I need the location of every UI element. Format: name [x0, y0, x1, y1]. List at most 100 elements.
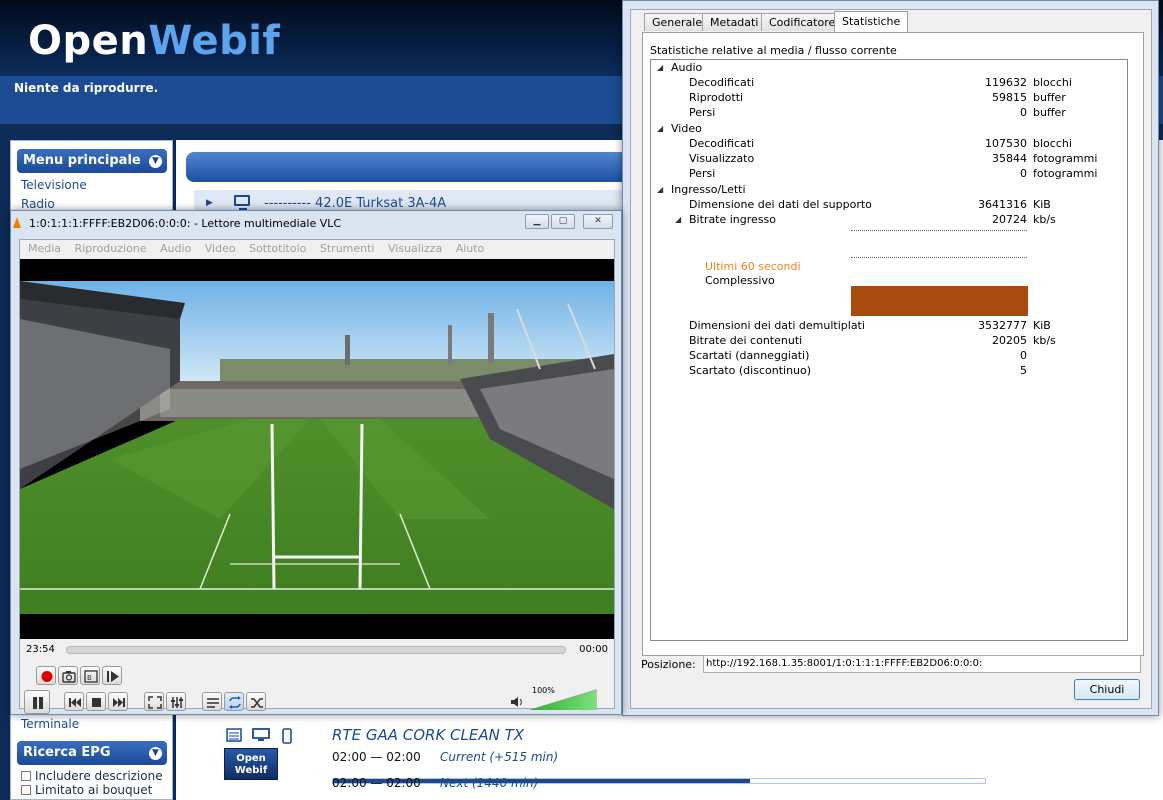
limit-bouquet-checkbox[interactable]: Limitato ai bouquet: [21, 783, 152, 797]
tab-general[interactable]: Generale: [644, 13, 711, 31]
checkbox-box[interactable]: [21, 771, 31, 781]
loop-ab-button[interactable]: B: [80, 666, 100, 685]
collapse-triangle-icon[interactable]: ◢: [657, 124, 663, 133]
bitrate-graph-bar: [851, 286, 1028, 316]
sidebar-item-television[interactable]: Televisione: [21, 178, 87, 192]
pause-button[interactable]: [24, 690, 50, 714]
window-close-button[interactable]: ✕: [583, 214, 613, 229]
logo-text-open: Open: [28, 18, 149, 64]
pause-icon: [33, 697, 43, 709]
video-area[interactable]: [20, 259, 614, 639]
tree-node-input[interactable]: ◢ Ingresso/Letti: [651, 183, 1127, 198]
maximize-button[interactable]: ▢: [551, 214, 575, 229]
row-label: Bitrate dei contenuti: [689, 334, 803, 347]
svg-text:B: B: [87, 674, 92, 682]
stadium-video-frame: [20, 259, 614, 639]
volume-slider[interactable]: [530, 688, 598, 710]
epg-list-icon[interactable]: [226, 728, 242, 742]
camera-icon: [62, 671, 76, 683]
position-field[interactable]: http://192.168.1.35:8001/1:0:1:1:1:FFFF:…: [703, 655, 1141, 673]
stop-button[interactable]: [86, 692, 106, 711]
minimize-button[interactable]: ▁: [525, 214, 549, 229]
previous-button[interactable]: [64, 692, 84, 711]
extended-settings-button[interactable]: [166, 692, 186, 711]
elapsed-time: 23:54: [26, 644, 55, 655]
vlc-client-area: Media Riproduzione Audio Video Sottotito…: [19, 239, 615, 714]
shuffle-button[interactable]: [246, 692, 266, 711]
chevron-down-icon[interactable]: ▼: [149, 155, 162, 168]
menu-view[interactable]: Visualizza: [388, 242, 442, 255]
tree-node-bitrate[interactable]: ◢ Bitrate ingresso 20724 kb/s: [651, 213, 1127, 228]
event-progress-bar: [332, 778, 986, 784]
tab-statistics[interactable]: Statistiche: [834, 11, 909, 32]
row-value: 20205: [992, 334, 1027, 347]
collapse-triangle-icon[interactable]: ◢: [675, 215, 681, 224]
close-button[interactable]: Chiudi: [1074, 679, 1140, 700]
menu-help[interactable]: Aiuto: [456, 242, 485, 255]
now-playing-text: Niente da riprodurre.: [14, 81, 159, 95]
next-event-extra: (1440 min): [472, 776, 539, 790]
current-event[interactable]: Current (+515 min): [440, 750, 558, 764]
menu-media[interactable]: Media: [28, 242, 61, 255]
openwebif-logo[interactable]: OpenWebif: [28, 18, 280, 64]
row-value: 3641316: [978, 198, 1027, 211]
epg-search-header[interactable]: Ricerca EPG ▼: [17, 741, 167, 765]
next-event-label: Next: [440, 776, 469, 790]
checkbox-box[interactable]: [21, 785, 31, 795]
menu-audio[interactable]: Audio: [160, 242, 191, 255]
include-description-checkbox[interactable]: Includere descrizione: [21, 769, 163, 783]
row-value: 20724: [992, 213, 1027, 226]
sidebar-item-terminal[interactable]: Terminale: [21, 717, 79, 731]
mobile-stream-icon[interactable]: [282, 728, 292, 744]
playlist-button[interactable]: [202, 692, 222, 711]
graph-mid-line: [851, 257, 1027, 258]
logo-text-webif: Webif: [148, 18, 281, 64]
snapshot-button[interactable]: [58, 666, 78, 685]
row-unit: KiB: [1033, 319, 1051, 332]
menu-video[interactable]: Video: [205, 242, 236, 255]
legend-overall: Complessivo: [705, 274, 775, 287]
tab-metadata[interactable]: Metadati: [702, 13, 767, 31]
channel-logo-line2: Webif: [234, 765, 268, 776]
next-button[interactable]: [108, 692, 128, 711]
statistics-tree[interactable]: ◢ Audio Decodificati 119632 blocchi Ripr…: [650, 59, 1128, 641]
chevron-down-icon[interactable]: ▼: [149, 747, 162, 760]
current-event-extra: (+515 min): [489, 750, 559, 764]
remaining-time[interactable]: 00:00: [579, 644, 608, 655]
tree-row: Scartato (discontinuo) 5: [651, 364, 1127, 379]
tree-row: Visualizzato 35844 fotogrammi: [651, 152, 1127, 167]
tv-stream-icon[interactable]: [252, 728, 270, 742]
tree-node-label: Audio: [671, 61, 703, 74]
row-unit: blocchi: [1033, 76, 1072, 89]
channel-logo: Open Webif: [224, 748, 278, 780]
tree-node-video[interactable]: ◢ Video: [651, 122, 1127, 137]
speaker-icon[interactable]: [510, 696, 524, 708]
satellite-name[interactable]: ---------- 42.0E Turksat 3A-4A: [264, 196, 446, 211]
next-event[interactable]: Next (1440 min): [440, 776, 538, 790]
vlc-window-title: 1:0:1:1:1:FFFF:EB2D06:0:0:0: - Lettore m…: [29, 217, 342, 230]
row-label: Scartato (discontinuo): [689, 364, 812, 377]
channel-name[interactable]: RTE GAA CORK CLEAN TX: [332, 726, 524, 744]
tab-codec[interactable]: Codificatore: [761, 13, 844, 31]
collapse-triangle-icon[interactable]: ◢: [657, 185, 663, 194]
skip-next-icon: [113, 698, 125, 707]
loop-button[interactable]: [224, 692, 244, 711]
frame-step-icon: [107, 671, 119, 682]
collapse-triangle-icon[interactable]: ◢: [657, 63, 663, 72]
row-value: 59815: [992, 91, 1027, 104]
menu-tools[interactable]: Strumenti: [320, 242, 375, 255]
menu-playback[interactable]: Riproduzione: [75, 242, 147, 255]
limit-bouquet-label: Limitato ai bouquet: [35, 783, 153, 797]
expand-triangle-icon[interactable]: ▶: [206, 198, 213, 208]
graph-top-line: [851, 230, 1027, 231]
main-menu-header[interactable]: Menu principale ▼: [17, 149, 167, 173]
seek-slider[interactable]: [66, 646, 566, 654]
fullscreen-button[interactable]: [144, 692, 164, 711]
media-info-client: Generale Metadati Codificatore Statistic…: [630, 9, 1152, 709]
row-value: 35844: [992, 152, 1027, 165]
record-button[interactable]: [36, 666, 56, 685]
sidebar-item-radio[interactable]: Radio: [21, 197, 55, 211]
frame-step-button[interactable]: [102, 666, 122, 685]
tree-node-audio[interactable]: ◢ Audio: [651, 61, 1127, 76]
menu-subtitle[interactable]: Sottotitolo: [249, 242, 306, 255]
